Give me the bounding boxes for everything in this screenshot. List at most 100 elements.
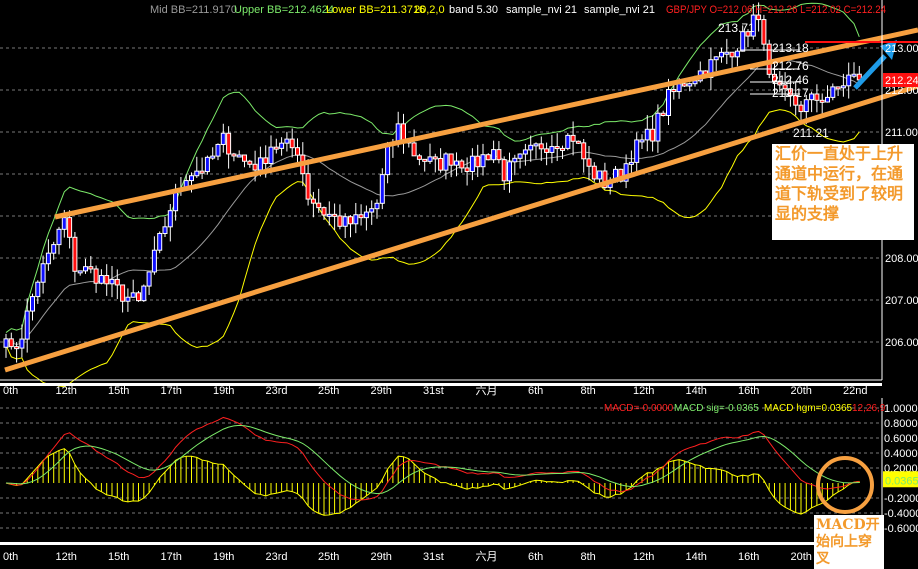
candle-body xyxy=(210,155,216,159)
candle-body xyxy=(40,263,46,283)
candle-body xyxy=(660,112,666,116)
candle-body xyxy=(284,138,290,144)
time-axis-tick: 0th xyxy=(3,385,18,397)
candle-body xyxy=(501,159,507,182)
candle-body xyxy=(56,228,62,246)
candle-body xyxy=(379,174,385,204)
price-axis-tick: 208.00 xyxy=(885,253,918,265)
time-axis-tick: 16th xyxy=(738,385,759,397)
time-axis-tick: 12th xyxy=(633,551,654,563)
candle-body xyxy=(385,144,391,176)
candle-body xyxy=(363,211,369,219)
macd-signal-line xyxy=(5,424,860,495)
candle-body xyxy=(729,51,735,58)
candle-body xyxy=(395,123,401,143)
time-axis-tick: 29th xyxy=(371,385,392,397)
candle-body xyxy=(422,158,428,162)
candle-body xyxy=(538,143,544,150)
candle-body xyxy=(215,143,221,157)
candle-body xyxy=(666,89,671,116)
candle-body xyxy=(130,292,136,298)
candle-body xyxy=(151,249,157,273)
candle-body xyxy=(14,346,20,350)
channel-annotation: 汇价一直处于上升通道中运行，在通道下轨受到了较明显的支撑 xyxy=(772,144,914,240)
candle-body xyxy=(581,142,587,160)
candle-body xyxy=(591,165,597,180)
candle-body xyxy=(846,74,852,87)
candle-body xyxy=(507,161,512,182)
candle-body xyxy=(342,216,348,227)
candle-body xyxy=(586,158,592,167)
candle-body xyxy=(491,149,497,161)
price-level-label: 212.76 xyxy=(772,59,809,73)
time-axis-tick: 23rd xyxy=(266,385,288,397)
candle-body xyxy=(157,232,163,251)
candle-body xyxy=(533,143,539,147)
candle-body xyxy=(189,175,194,182)
candle-body xyxy=(480,154,486,168)
candle-body xyxy=(61,217,67,230)
candle-body xyxy=(655,112,661,142)
candle-body xyxy=(713,56,719,61)
candle-body xyxy=(295,147,300,156)
candle-body xyxy=(167,210,173,228)
time-axis-tick: 8th xyxy=(581,385,596,397)
bb-lower-line xyxy=(5,109,860,388)
macd-legend-sig: MACD sig=-0.0365 xyxy=(674,403,759,414)
time-axis-tick: 六月 xyxy=(476,550,498,563)
candle-body xyxy=(93,268,99,284)
candle-body xyxy=(676,83,682,93)
candle-body xyxy=(650,128,656,142)
candle-body xyxy=(454,160,459,166)
last-price-label: 212.24 xyxy=(885,75,918,87)
price-level-label: 211.21 xyxy=(793,126,829,140)
candle-body xyxy=(321,207,327,216)
macd-legend-params: 12,26,9 xyxy=(852,403,886,414)
candle-body xyxy=(814,93,820,101)
candle-body xyxy=(565,134,571,149)
candle-body xyxy=(512,157,518,163)
legend-mid-bb: Mid BB=211.9170 xyxy=(150,4,237,16)
candle-body xyxy=(273,146,279,150)
candle-body xyxy=(141,285,147,302)
candle-body xyxy=(305,173,311,200)
candle-body xyxy=(263,157,269,165)
candle-body xyxy=(77,270,83,274)
candle-body xyxy=(8,338,14,348)
candle-body xyxy=(438,157,444,171)
candle-body xyxy=(242,154,247,162)
candle-body xyxy=(560,147,565,151)
macd-histogram-outline xyxy=(5,448,860,516)
legend-lower-bb: Lower BB=211.3716 xyxy=(326,4,425,16)
time-axis-tick: 8th xyxy=(581,551,596,563)
time-axis-tick: 16th xyxy=(738,551,759,563)
candle-body xyxy=(427,156,433,162)
candle-body xyxy=(114,278,120,286)
candle-body xyxy=(247,160,253,165)
candle-body xyxy=(411,142,417,157)
time-axis-tick: 12th xyxy=(56,551,77,563)
time-axis-tick: 29th xyxy=(371,551,392,563)
candle-body xyxy=(416,155,422,160)
candle-body xyxy=(348,216,353,225)
candle-body xyxy=(432,156,438,160)
candle-body xyxy=(337,215,343,227)
time-axis-tick: 0th xyxy=(3,551,18,563)
time-axis-tick: 20th xyxy=(791,385,812,397)
candle-body xyxy=(289,138,295,149)
candle-body xyxy=(109,278,115,285)
candle-body xyxy=(724,51,730,55)
candle-body xyxy=(448,153,454,166)
candle-body xyxy=(628,161,634,165)
candle-body xyxy=(681,83,687,87)
candle-body xyxy=(496,149,502,161)
legend-upper-bb: Upper BB=212.4624 xyxy=(234,4,334,16)
candle-body xyxy=(3,338,9,348)
candle-body xyxy=(401,123,406,142)
time-axis-tick: 25th xyxy=(318,385,339,397)
candle-body xyxy=(798,104,804,113)
legend-bb-params: 20,2,0 xyxy=(414,4,445,16)
candle-body xyxy=(35,281,41,298)
candle-body xyxy=(840,85,846,89)
candle-body xyxy=(194,170,200,177)
